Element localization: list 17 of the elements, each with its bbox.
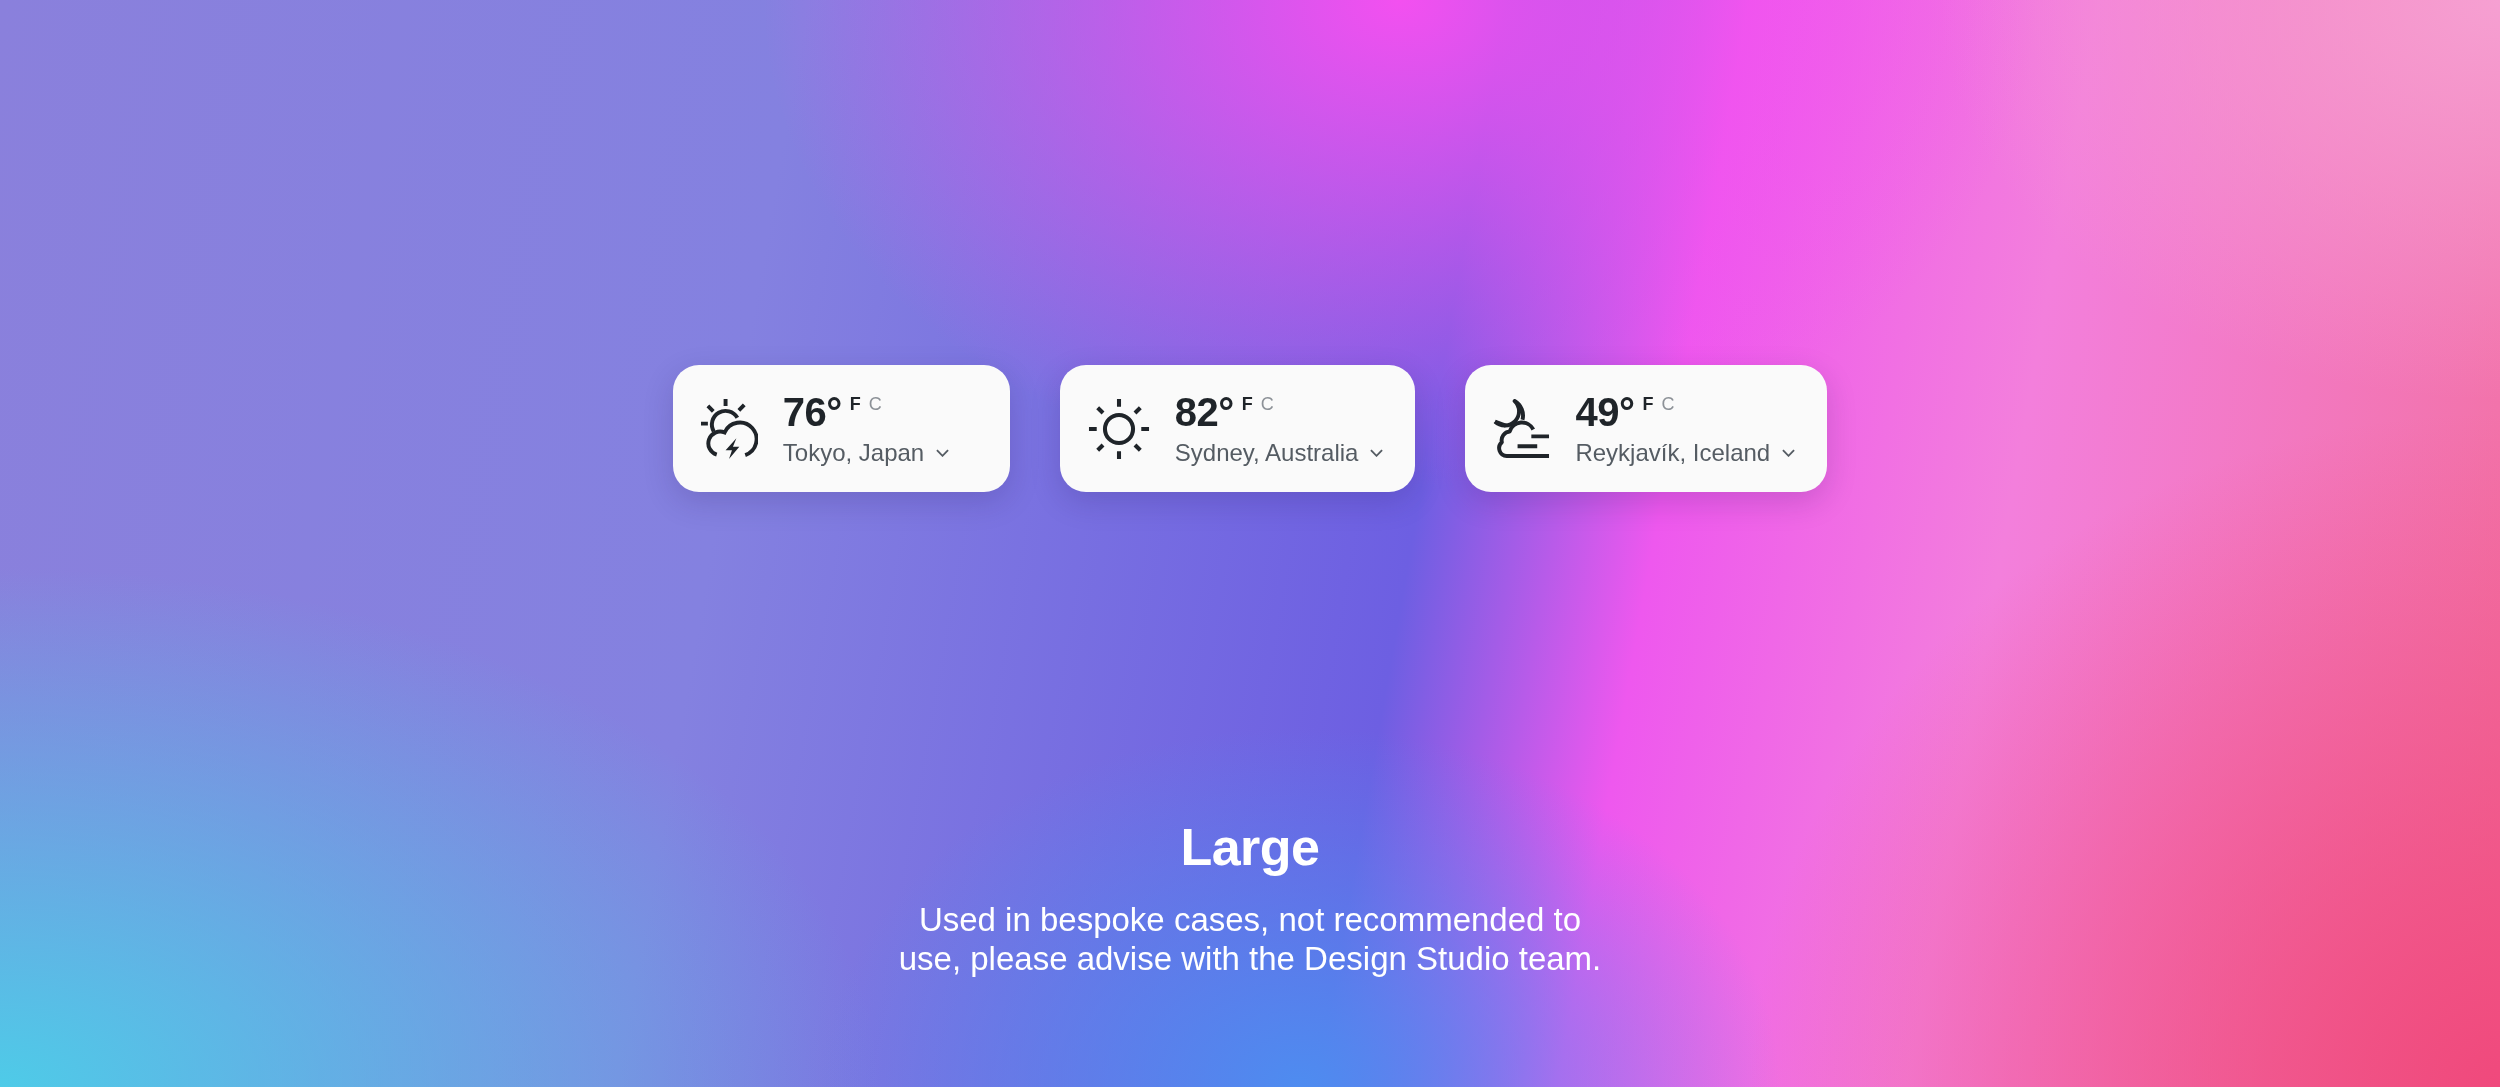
sun-icon [1087,397,1150,460]
unit-toggle[interactable]: F [849,392,861,415]
chevron-down-icon [936,448,950,457]
location-dropdown[interactable]: Reykjavík, Iceland [1575,437,1796,468]
caption-description: Used in bespoke cases, not recommended to use, please advise with the Design Studio team. [897,900,1603,978]
temperature: 76° [782,389,842,434]
cloud-sun-lightning-icon [700,398,758,459]
temperature: 82° [1174,389,1234,434]
temperature: 49° [1575,389,1635,434]
unit-toggle[interactable]: F [1642,392,1654,415]
moon-cloud-icon [1493,398,1551,459]
chevron-down-icon [1782,448,1796,457]
unit-toggle[interactable]: F [1241,392,1253,415]
chevron-down-icon [1370,448,1384,457]
caption-title: Large [1180,817,1320,878]
location-dropdown[interactable]: Tokyo, Japan [782,437,950,468]
location-dropdown[interactable]: Sydney, Australia [1174,437,1384,468]
